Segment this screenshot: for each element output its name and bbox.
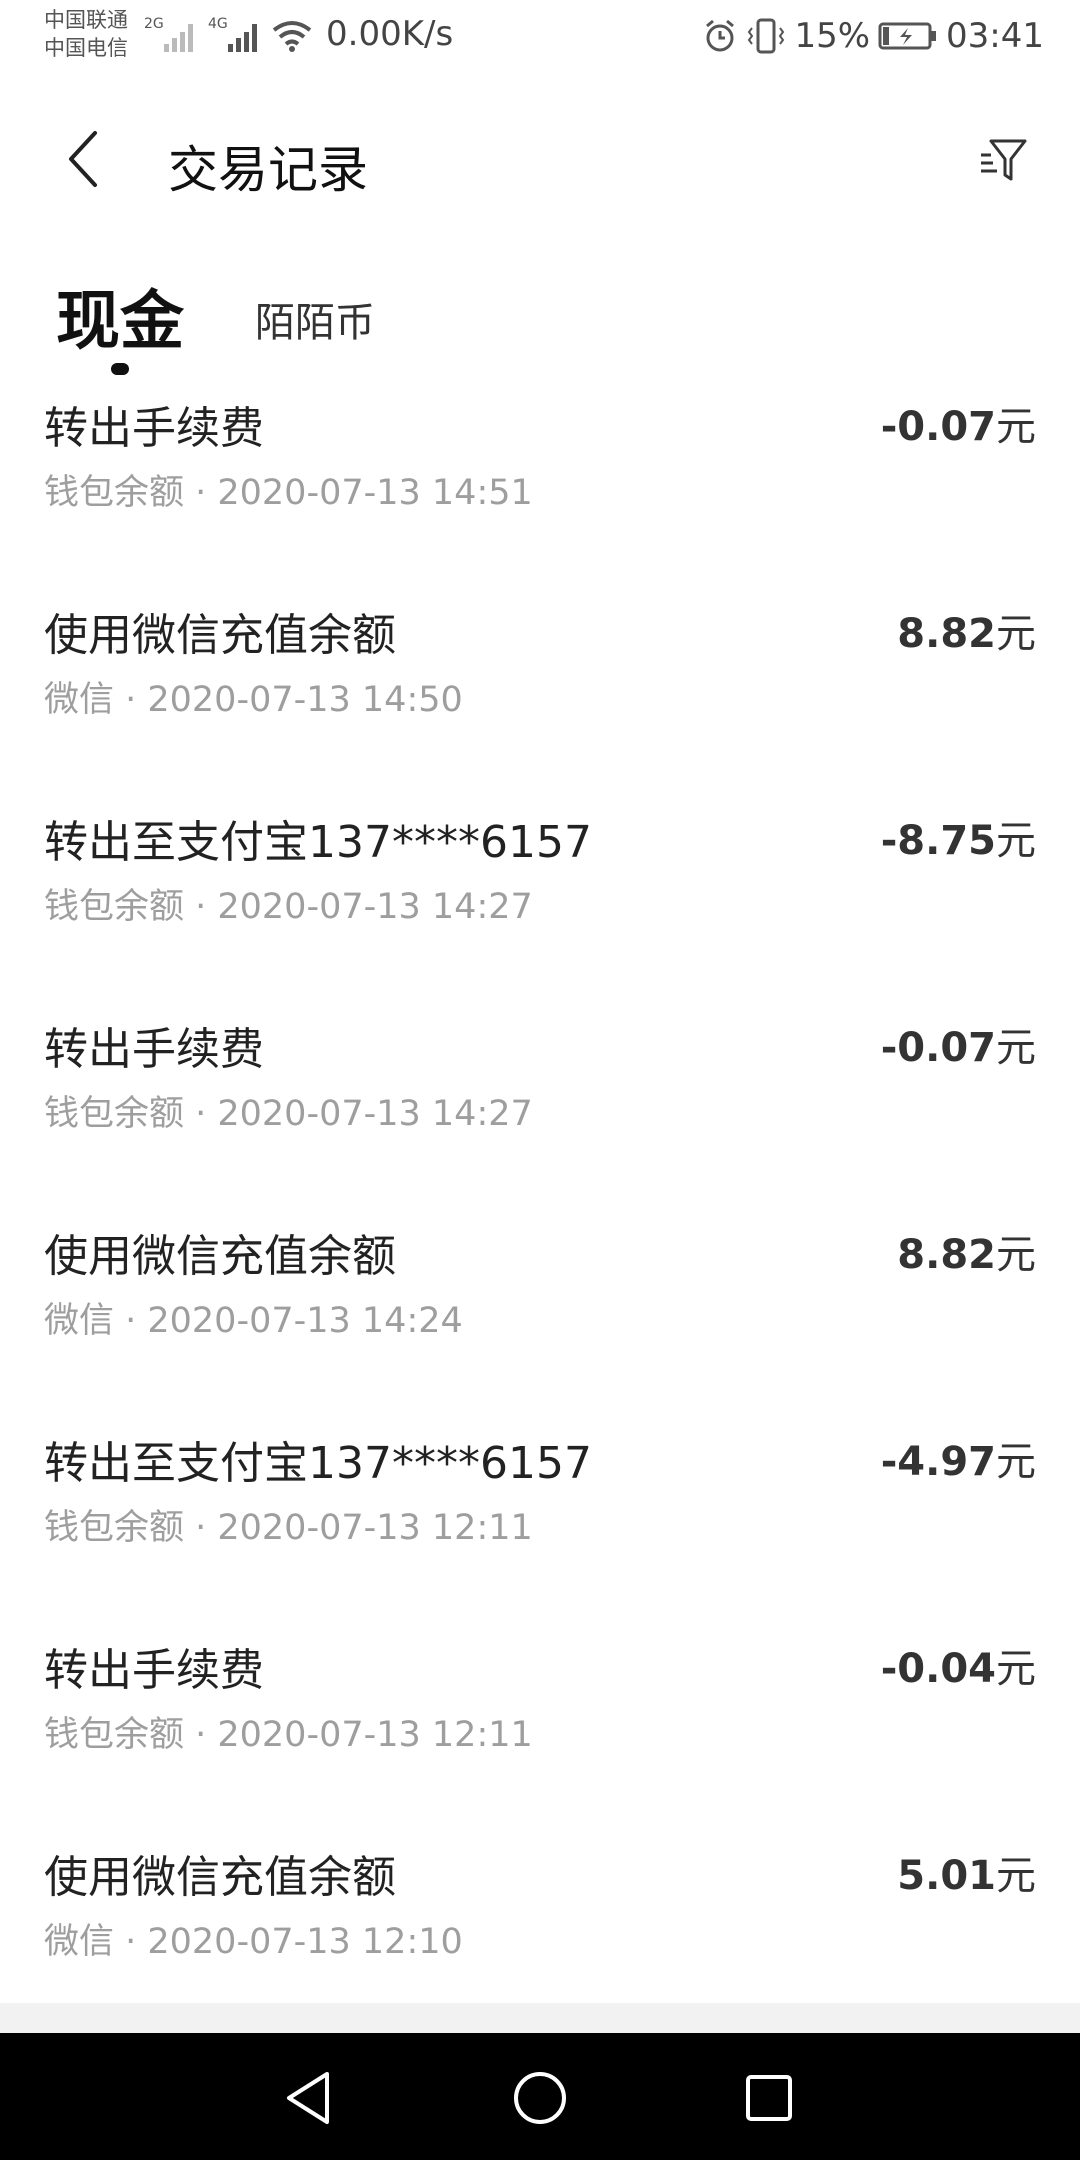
carrier-1: 中国联通 [44, 8, 128, 32]
transaction-meta: 钱包余额 · 2020-07-13 14:27 [44, 1094, 533, 1134]
signal-4g-icon: 4G [208, 16, 257, 52]
amount-value: 8.82 [897, 611, 996, 657]
status-right: 15% 03:41 [702, 14, 1044, 58]
transaction-title: 使用微信充值余额 [44, 1231, 396, 1282]
nav-home-button[interactable] [505, 2063, 575, 2133]
amount-unit: 元 [996, 1025, 1036, 1071]
battery-percent: 15% [794, 16, 871, 56]
amount-unit: 元 [996, 1853, 1036, 1899]
amount-unit: 元 [996, 818, 1036, 864]
amount-value: 8.82 [897, 1232, 996, 1278]
net-4g-label: 4G [208, 16, 228, 32]
transaction-row[interactable]: 使用微信充值余额 微信 · 2020-07-13 14:50 8.82元 [0, 587, 1080, 794]
transaction-list: 转出手续费 钱包余额 · 2020-07-13 14:51 -0.07元 使用微… [0, 380, 1080, 2036]
title-bar: 交易记录 [0, 100, 1080, 220]
back-button[interactable] [48, 124, 118, 194]
transaction-meta: 微信 · 2020-07-13 14:24 [44, 1301, 463, 1341]
transaction-meta: 微信 · 2020-07-13 12:10 [44, 1922, 463, 1962]
transaction-row[interactable]: 转出手续费 钱包余额 · 2020-07-13 12:11 -0.04元 [0, 1622, 1080, 1829]
transaction-title: 转出至支付宝137****6157 [44, 1438, 592, 1489]
tab-active-indicator [111, 363, 129, 375]
amount-value: -0.07 [880, 404, 996, 450]
transaction-amount: -0.07元 [881, 394, 1036, 452]
transaction-row[interactable]: 转出至支付宝137****6157 钱包余额 · 2020-07-13 14:2… [0, 794, 1080, 1001]
amount-unit: 元 [996, 404, 1036, 450]
amount-value: -8.75 [880, 818, 996, 864]
transaction-amount: -0.07元 [881, 1015, 1036, 1073]
transaction-title: 转出手续费 [44, 1645, 264, 1696]
carrier-labels: 中国联通 中国电信 [44, 6, 128, 62]
transaction-meta: 钱包余额 · 2020-07-13 12:11 [44, 1508, 533, 1548]
network-speed: 0.00K/s [326, 14, 454, 54]
signal-2g-icon: 2G [144, 16, 193, 52]
transaction-row[interactable]: 使用微信充值余额 微信 · 2020-07-13 14:24 8.82元 [0, 1208, 1080, 1415]
transaction-title: 使用微信充值余额 [44, 1852, 396, 1903]
wifi-icon [272, 21, 312, 52]
net-2g-label: 2G [144, 16, 164, 32]
amount-unit: 元 [996, 611, 1036, 657]
transaction-title: 转出至支付宝137****6157 [44, 817, 592, 868]
transaction-meta: 钱包余额 · 2020-07-13 14:51 [44, 473, 533, 513]
page-title: 交易记录 [168, 141, 368, 199]
vibrate-icon [748, 18, 785, 54]
transaction-row[interactable]: 转出手续费 钱包余额 · 2020-07-13 14:27 -0.07元 [0, 1001, 1080, 1208]
transaction-meta: 钱包余额 · 2020-07-13 12:11 [44, 1715, 533, 1755]
filter-icon [981, 139, 1027, 181]
clock: 03:41 [946, 16, 1044, 56]
transaction-row[interactable]: 转出至支付宝137****6157 钱包余额 · 2020-07-13 12:1… [0, 1415, 1080, 1622]
amount-unit: 元 [996, 1646, 1036, 1692]
amount-unit: 元 [996, 1232, 1036, 1278]
transaction-amount: -4.97元 [881, 1429, 1036, 1487]
transaction-title: 转出手续费 [44, 1024, 264, 1075]
nav-back-button[interactable] [274, 2063, 344, 2133]
tab-cash[interactable]: 现金 [56, 270, 184, 362]
nav-home-icon [514, 2072, 566, 2124]
tab-momo-coin[interactable]: 陌陌币 [255, 290, 375, 348]
list-bottom-divider [0, 2003, 1080, 2033]
transaction-amount: -8.75元 [881, 808, 1036, 866]
carrier-2: 中国电信 [44, 36, 128, 60]
alarm-icon [706, 19, 735, 52]
nav-recent-button[interactable] [734, 2063, 804, 2133]
status-bar: 中国联通 中国电信 2G 4G 0.00K/s 15% 03:41 [0, 0, 1080, 72]
transaction-amount: -0.04元 [881, 1636, 1036, 1694]
amount-value: 5.01 [897, 1853, 996, 1899]
amount-value: -4.97 [880, 1439, 996, 1485]
transaction-title: 转出手续费 [44, 403, 264, 454]
transaction-meta: 微信 · 2020-07-13 14:50 [44, 680, 463, 720]
transaction-row[interactable]: 转出手续费 钱包余额 · 2020-07-13 14:51 -0.07元 [0, 380, 1080, 587]
nav-back-icon [287, 2072, 329, 2124]
transaction-amount: 5.01元 [897, 1843, 1036, 1901]
amount-value: -0.07 [880, 1025, 996, 1071]
filter-button[interactable] [972, 128, 1036, 192]
back-arrow-icon [69, 131, 97, 187]
tab-bar: 现金 陌陌币 [0, 260, 1080, 380]
navigation-bar [0, 2033, 1080, 2160]
transaction-amount: 8.82元 [897, 1222, 1036, 1280]
amount-value: -0.04 [880, 1646, 996, 1692]
transaction-amount: 8.82元 [897, 601, 1036, 659]
transaction-meta: 钱包余额 · 2020-07-13 14:27 [44, 887, 533, 927]
amount-unit: 元 [996, 1439, 1036, 1485]
battery-charging-icon [878, 22, 937, 50]
transaction-title: 使用微信充值余额 [44, 610, 396, 661]
nav-recent-icon [746, 2075, 792, 2121]
